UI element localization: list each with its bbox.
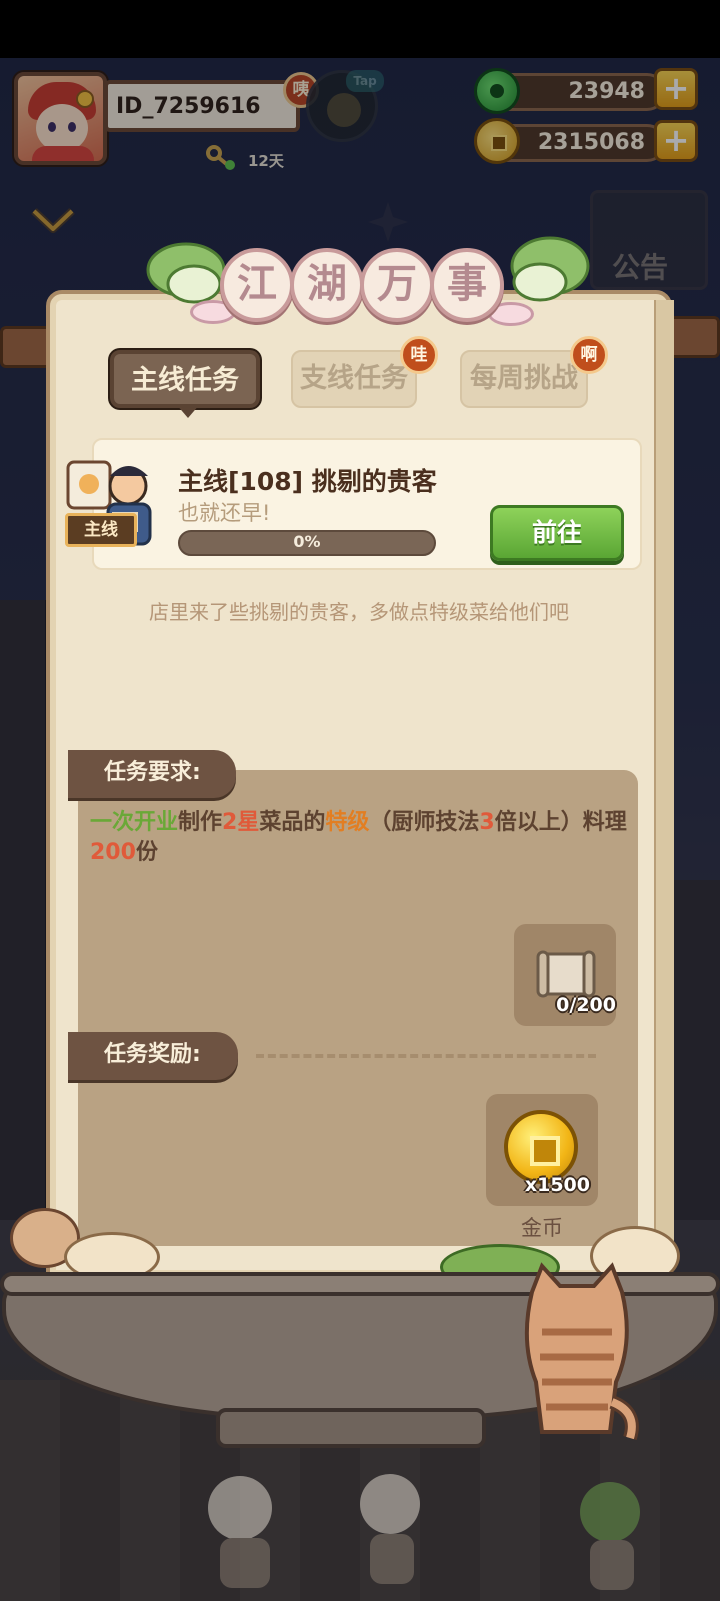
cabbage-decoration-icon — [510, 236, 590, 302]
cabbage-decoration-icon — [146, 242, 226, 304]
gold-coin-icon — [504, 1110, 578, 1184]
requirement-segment: 200 — [90, 840, 136, 865]
go-button[interactable]: 前往 — [490, 505, 624, 561]
scroll-icon — [536, 950, 596, 998]
requirement-label: 任务要求: — [68, 750, 236, 798]
background-characters — [208, 1474, 640, 1590]
reward-label: 任务奖励: — [68, 1032, 238, 1080]
panel-title-char-1: 江 — [220, 248, 294, 322]
requirement-segment: 倍以上）料理 — [494, 810, 627, 835]
quest-subtitle: 也就还早! — [178, 501, 271, 525]
requirement-segment: 3 — [479, 810, 495, 835]
scroll-edge — [654, 300, 674, 1250]
requirement-item-count: 0/200 — [556, 994, 616, 1016]
reward-item-name: 金币 — [521, 1216, 563, 1240]
tab-side-quests[interactable]: 支线任务 — [291, 350, 417, 408]
requirement-segment: （厨师技法 — [369, 810, 480, 835]
tab-main-quests[interactable]: 主线任务 — [110, 350, 260, 408]
bowl-foot — [216, 1408, 486, 1448]
requirement-segment: 份 — [135, 840, 158, 865]
main-quest-tag: 主线 — [65, 513, 137, 547]
reward-item-count: x1500 — [524, 1174, 590, 1196]
quest-progress-text: 0% — [293, 532, 321, 551]
status-bar — [0, 0, 720, 58]
panel-title-char-4: 事 — [430, 248, 504, 322]
quest-title: 主线[108] 挑剔的贵客 — [178, 467, 437, 496]
weekly-challenge-badge: 啊 — [570, 336, 608, 374]
requirement-segment: 2星 — [222, 810, 260, 835]
reward-divider — [256, 1054, 596, 1058]
requirement-segment: 一次开业 — [90, 810, 179, 835]
requirement-text: 一次开业制作2星菜品的特级（厨师技法3倍以上）料理 200份 — [90, 808, 630, 868]
requirement-segment: 菜品的 — [259, 810, 326, 835]
tab-weekly-challenge[interactable]: 每周挑战 — [460, 350, 588, 408]
panel-title-char-2: 湖 — [290, 248, 364, 322]
tab-pointer — [176, 404, 200, 418]
requirement-segment: 特级 — [325, 810, 370, 835]
cat-mascot-icon — [524, 1262, 639, 1441]
panel-title-char-3: 万 — [360, 248, 434, 322]
side-quest-badge: 哇 — [400, 336, 438, 374]
requirement-segment: 制作 — [178, 810, 223, 835]
quest-description: 店里来了些挑剔的贵客，多做点特级菜给他们吧 — [149, 600, 569, 624]
